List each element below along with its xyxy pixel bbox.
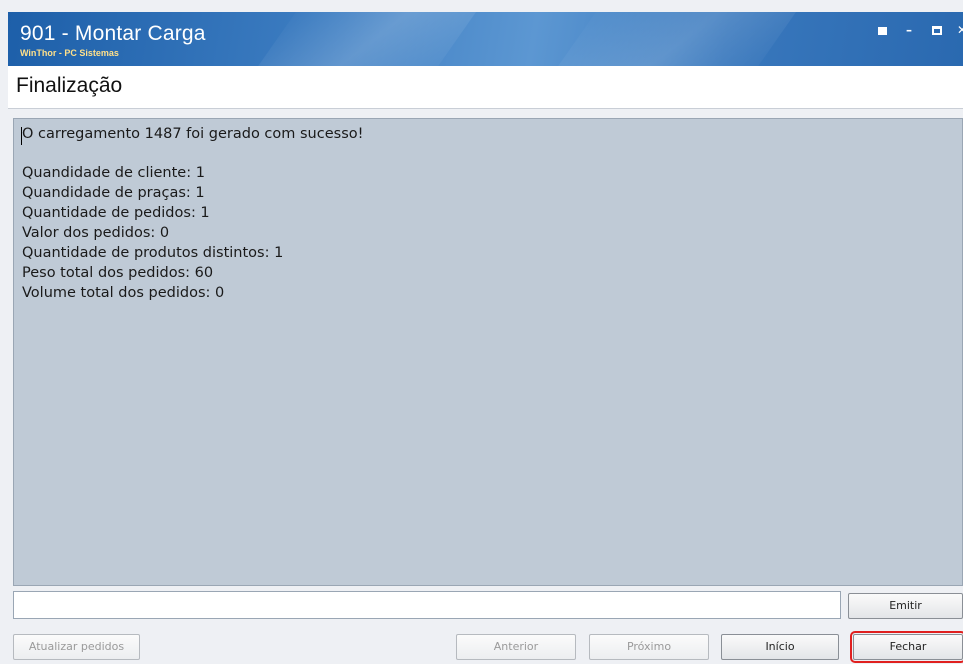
- summary-line: Quandidade de cliente: 1: [22, 165, 205, 181]
- window-title: 901 - Montar Carga: [20, 22, 206, 45]
- atualizar-pedidos-button[interactable]: Atualizar pedidos: [13, 634, 140, 660]
- title-bar[interactable]: 901 - Montar Carga WinThor - PC Sistemas…: [8, 12, 963, 66]
- restore-icon[interactable]: [874, 22, 890, 38]
- section-header: Finalização: [8, 66, 963, 109]
- anterior-button[interactable]: Anterior: [456, 634, 576, 660]
- section-title: Finalização: [16, 74, 123, 97]
- summary-line: Quandidade de praças: 1: [22, 185, 205, 201]
- emitir-button[interactable]: Emitir: [848, 593, 963, 619]
- success-message: O carregamento 1487 foi gerado com suces…: [22, 126, 364, 142]
- summary-line: Quantidade de produtos distintos: 1: [22, 245, 284, 261]
- app-window: 901 - Montar Carga WinThor - PC Sistemas…: [0, 0, 963, 664]
- result-message-panel[interactable]: O carregamento 1487 foi gerado com suces…: [13, 118, 963, 586]
- minimize-icon[interactable]: –: [901, 22, 917, 38]
- summary-line: Quantidade de pedidos: 1: [22, 205, 210, 221]
- window-subtitle: WinThor - PC Sistemas: [20, 48, 119, 58]
- summary-line: Peso total dos pedidos: 60: [22, 265, 214, 281]
- fechar-button[interactable]: Fechar: [850, 631, 963, 663]
- close-icon[interactable]: ✕: [954, 22, 963, 38]
- summary-line: Volume total dos pedidos: 0: [22, 285, 225, 301]
- maximize-icon[interactable]: [929, 22, 945, 38]
- summary-line: Valor dos pedidos: 0: [22, 225, 170, 241]
- inicio-button[interactable]: Início: [721, 634, 839, 660]
- proximo-button[interactable]: Próximo: [589, 634, 709, 660]
- status-input-field[interactable]: [13, 591, 841, 619]
